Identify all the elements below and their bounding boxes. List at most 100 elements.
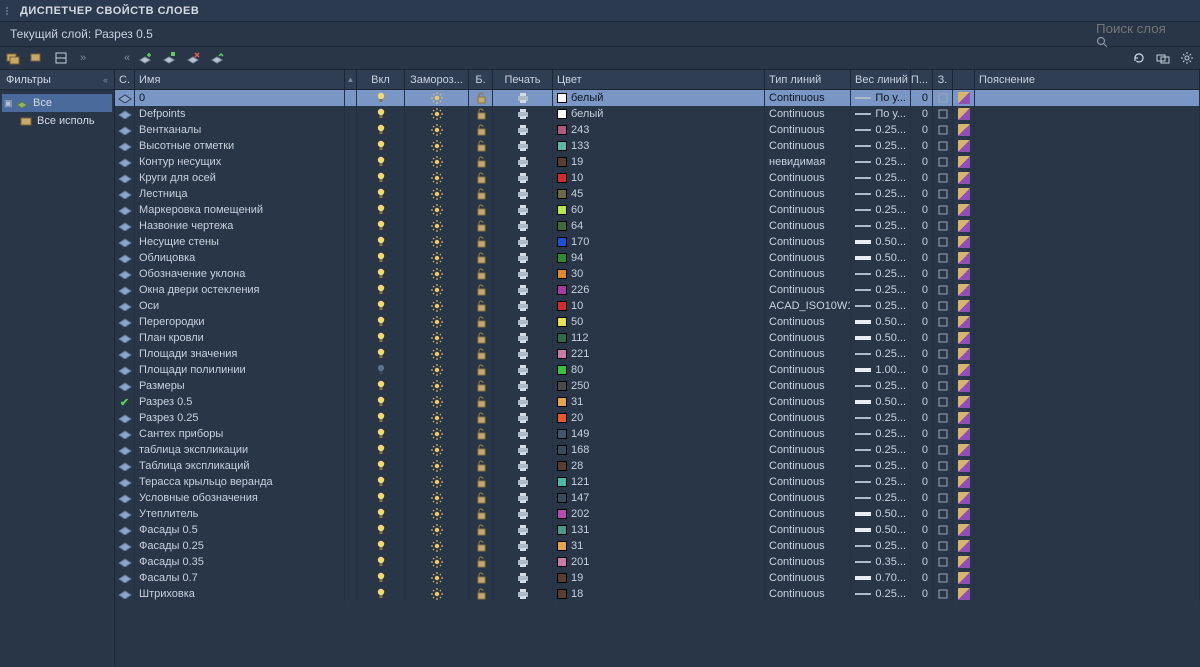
color-cell[interactable]: 226 xyxy=(553,282,765,298)
plotstyle-icon[interactable] xyxy=(933,186,953,202)
new-group-filter-button[interactable] xyxy=(28,49,46,67)
description-cell[interactable] xyxy=(975,474,1200,490)
color-cell[interactable]: 45 xyxy=(553,186,765,202)
on-toggle[interactable] xyxy=(357,538,405,554)
newvp-freeze-toggle[interactable] xyxy=(953,346,975,362)
lock-toggle[interactable] xyxy=(469,522,493,538)
plotstyle-icon[interactable] xyxy=(933,218,953,234)
transparency-cell[interactable]: 0 xyxy=(911,154,933,170)
transparency-cell[interactable]: 0 xyxy=(911,186,933,202)
lineweight-cell[interactable]: 0.70... xyxy=(851,570,911,586)
layer-row[interactable]: таблица экспликации168Continuous0.25...0 xyxy=(115,442,1200,458)
newvp-freeze-toggle[interactable] xyxy=(953,458,975,474)
plot-toggle[interactable] xyxy=(493,202,553,218)
linetype-cell[interactable]: Continuous xyxy=(765,106,851,122)
freeze-toggle[interactable] xyxy=(405,250,469,266)
freeze-toggle[interactable] xyxy=(405,218,469,234)
description-cell[interactable] xyxy=(975,218,1200,234)
newvp-freeze-toggle[interactable] xyxy=(953,522,975,538)
description-cell[interactable] xyxy=(975,314,1200,330)
transparency-cell[interactable]: 0 xyxy=(911,522,933,538)
col-on[interactable]: Вкл xyxy=(357,70,405,89)
refresh-button[interactable] xyxy=(1130,49,1148,67)
description-cell[interactable] xyxy=(975,170,1200,186)
on-toggle[interactable] xyxy=(357,554,405,570)
color-cell[interactable]: 80 xyxy=(553,362,765,378)
lineweight-cell[interactable]: 0.25... xyxy=(851,170,911,186)
layer-row[interactable]: Разрез 0.2520Continuous0.25...0 xyxy=(115,410,1200,426)
color-cell[interactable]: 221 xyxy=(553,346,765,362)
layer-row[interactable]: Назвоние чертежа64Continuous0.25...0 xyxy=(115,218,1200,234)
lineweight-cell[interactable]: 0.25... xyxy=(851,202,911,218)
newvp-freeze-toggle[interactable] xyxy=(953,202,975,218)
color-cell[interactable]: 64 xyxy=(553,218,765,234)
newvp-freeze-toggle[interactable] xyxy=(953,410,975,426)
freeze-toggle[interactable] xyxy=(405,202,469,218)
color-cell[interactable]: 250 xyxy=(553,378,765,394)
freeze-toggle[interactable] xyxy=(405,410,469,426)
on-toggle[interactable] xyxy=(357,346,405,362)
on-toggle[interactable] xyxy=(357,106,405,122)
linetype-cell[interactable]: невидимая xyxy=(765,154,851,170)
linetype-cell[interactable]: Continuous xyxy=(765,330,851,346)
transparency-cell[interactable]: 0 xyxy=(911,490,933,506)
plotstyle-icon[interactable] xyxy=(933,266,953,282)
description-cell[interactable] xyxy=(975,490,1200,506)
on-toggle[interactable] xyxy=(357,90,405,106)
plotstyle-icon[interactable] xyxy=(933,474,953,490)
on-toggle[interactable] xyxy=(357,378,405,394)
transparency-cell[interactable]: 0 xyxy=(911,410,933,426)
color-cell[interactable]: 10 xyxy=(553,170,765,186)
lineweight-cell[interactable]: 0.25... xyxy=(851,442,911,458)
layer-name[interactable]: Разрез 0.25 xyxy=(135,410,345,426)
lineweight-cell[interactable]: 0.50... xyxy=(851,506,911,522)
layer-row[interactable]: Сантех приборы149Continuous0.25...0 xyxy=(115,426,1200,442)
lineweight-cell[interactable]: 0.25... xyxy=(851,426,911,442)
layer-name[interactable]: Высотные отметки xyxy=(135,138,345,154)
linetype-cell[interactable]: Continuous xyxy=(765,394,851,410)
lineweight-cell[interactable]: 0.25... xyxy=(851,122,911,138)
layer-name[interactable]: Утеплитель xyxy=(135,506,345,522)
description-cell[interactable] xyxy=(975,122,1200,138)
layer-name[interactable]: Лестница xyxy=(135,186,345,202)
layer-name[interactable]: План кровли xyxy=(135,330,345,346)
layer-name[interactable]: Площади полилинии xyxy=(135,362,345,378)
layer-row[interactable]: Фасады 0.2531Continuous0.25...0 xyxy=(115,538,1200,554)
linetype-cell[interactable]: Continuous xyxy=(765,378,851,394)
linetype-cell[interactable]: Continuous xyxy=(765,570,851,586)
newvp-freeze-toggle[interactable] xyxy=(953,474,975,490)
layer-name[interactable]: Разрез 0.5 xyxy=(135,394,345,410)
layer-row[interactable]: Условные обозначения147Continuous0.25...… xyxy=(115,490,1200,506)
plotstyle-icon[interactable] xyxy=(933,522,953,538)
col-lineweight[interactable]: Вес линий xyxy=(851,70,911,89)
newvp-freeze-toggle[interactable] xyxy=(953,426,975,442)
layer-row[interactable]: DefpointsбелыйContinuousПо у...0 xyxy=(115,106,1200,122)
lock-toggle[interactable] xyxy=(469,506,493,522)
transparency-cell[interactable]: 0 xyxy=(911,170,933,186)
newvp-freeze-toggle[interactable] xyxy=(953,250,975,266)
plot-toggle[interactable] xyxy=(493,554,553,570)
plot-toggle[interactable] xyxy=(493,250,553,266)
col-newvp-freeze[interactable]: З. xyxy=(933,70,953,89)
freeze-toggle[interactable] xyxy=(405,170,469,186)
color-cell[interactable]: 94 xyxy=(553,250,765,266)
on-toggle[interactable] xyxy=(357,266,405,282)
layer-row[interactable]: Контур несущих19невидимая0.25...0 xyxy=(115,154,1200,170)
plot-toggle[interactable] xyxy=(493,458,553,474)
layer-name[interactable]: Контур несущих xyxy=(135,154,345,170)
transparency-cell[interactable]: 0 xyxy=(911,90,933,106)
newvp-freeze-toggle[interactable] xyxy=(953,298,975,314)
col-linetype[interactable]: Тип линий xyxy=(765,70,851,89)
filter-all[interactable]: ▣ Все xyxy=(2,94,112,112)
tree-twisty-icon[interactable]: ▣ xyxy=(4,98,13,109)
color-cell[interactable]: 19 xyxy=(553,570,765,586)
settings-button[interactable] xyxy=(1178,49,1196,67)
layer-states-button[interactable] xyxy=(52,49,70,67)
layer-row[interactable]: 0белыйContinuousПо у...0 xyxy=(115,90,1200,106)
layer-row[interactable]: Перегородки50Continuous0.50...0 xyxy=(115,314,1200,330)
freeze-toggle[interactable] xyxy=(405,154,469,170)
layer-name[interactable]: Вентканалы xyxy=(135,122,345,138)
delete-layer-button[interactable] xyxy=(184,49,202,67)
plot-toggle[interactable] xyxy=(493,154,553,170)
color-cell[interactable]: 10 xyxy=(553,298,765,314)
